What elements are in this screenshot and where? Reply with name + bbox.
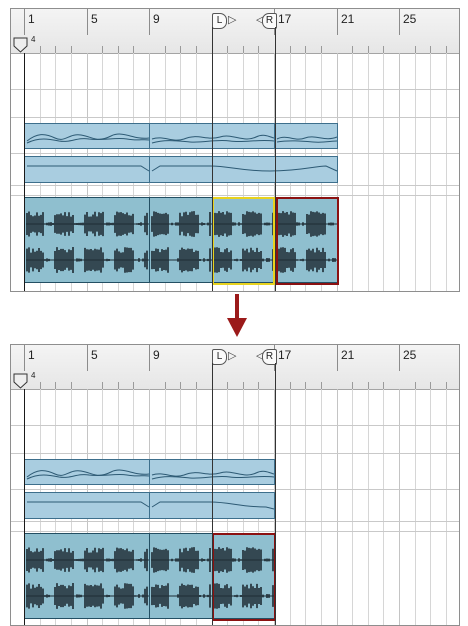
down-arrow-icon <box>227 294 247 337</box>
bar-number-25: 25 <box>403 348 417 362</box>
bar-tick <box>149 9 150 35</box>
bar-number-5: 5 <box>91 348 98 362</box>
locator-arrow-glyph: ▷ <box>228 14 237 26</box>
automation-clip[interactable] <box>24 123 150 149</box>
left-locator-line <box>212 27 213 291</box>
volume-envelope-clip[interactable] <box>149 156 338 183</box>
volume-envelope-clip[interactable] <box>24 156 150 183</box>
bar-number-1: 1 <box>28 12 35 26</box>
audio-clip[interactable] <box>149 533 213 619</box>
bar-tick <box>337 345 338 371</box>
volume-envelope-clip[interactable] <box>24 492 150 519</box>
bar-number-9: 9 <box>153 348 160 362</box>
left-locator-line <box>212 363 213 625</box>
song-position-line <box>24 53 25 291</box>
bar-number-25: 25 <box>403 12 417 26</box>
audio-clip[interactable] <box>149 197 213 283</box>
locator-arrow-glyph: ▷ <box>228 350 237 362</box>
song-position-flag-icon[interactable] <box>13 373 31 389</box>
arrangement-before-panel: 1 5 9 17 21 25 L ▷ ◁ R 4 <box>10 8 460 292</box>
bar-tick <box>87 9 88 35</box>
automation-clip[interactable] <box>274 123 338 149</box>
bar-number-9: 9 <box>153 12 160 26</box>
right-locator-line <box>275 363 276 625</box>
bar-number-21: 21 <box>341 348 355 362</box>
bar-tick <box>149 345 150 371</box>
selection-red-frame <box>276 197 339 285</box>
bar-number-17: 17 <box>278 348 292 362</box>
bar-number-1: 1 <box>28 348 35 362</box>
bar-tick <box>337 9 338 35</box>
bar-tick <box>399 9 400 35</box>
bar-tick <box>87 345 88 371</box>
bar-tick <box>24 9 25 35</box>
song-position-flag-icon[interactable] <box>13 37 31 53</box>
arrangement-after-panel: 1 5 9 17 21 25 L ▷ ◁ R 4 <box>10 344 460 626</box>
song-position-line <box>24 389 25 625</box>
audio-clip[interactable] <box>24 533 150 619</box>
bar-number-17: 17 <box>278 12 292 26</box>
signature-mark: 4 <box>31 35 36 44</box>
bar-number-5: 5 <box>91 12 98 26</box>
selection-yellow-frame <box>212 197 275 285</box>
automation-clip[interactable] <box>24 459 150 485</box>
left-locator-marker[interactable]: L <box>212 349 227 365</box>
selection-red-frame <box>212 533 276 621</box>
timeline-ruler[interactable]: 1 5 9 17 21 25 L ▷ ◁ R 4 <box>11 9 459 54</box>
left-locator-marker[interactable]: L <box>212 13 227 29</box>
bar-tick <box>24 345 25 371</box>
bar-number-21: 21 <box>341 12 355 26</box>
timeline-ruler[interactable]: 1 5 9 17 21 25 L ▷ ◁ R 4 <box>11 345 459 390</box>
audio-clip[interactable] <box>24 197 150 283</box>
signature-mark: 4 <box>31 371 36 380</box>
right-locator-line <box>275 27 276 291</box>
bar-tick <box>399 345 400 371</box>
